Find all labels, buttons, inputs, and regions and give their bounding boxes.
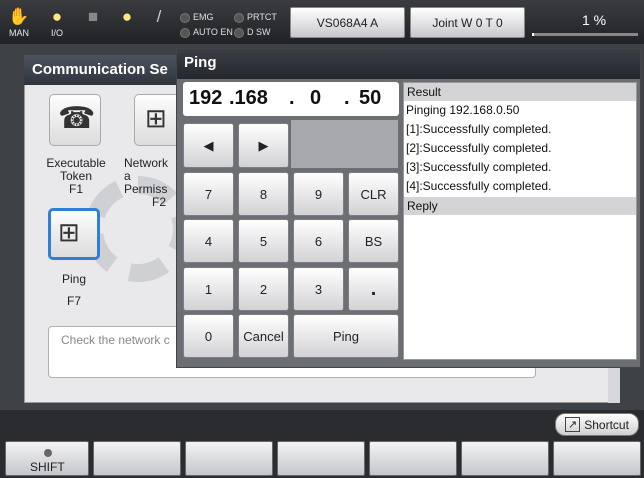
shortcut-label: Shortcut: [584, 417, 629, 432]
ping-label: Ping F7: [61, 272, 87, 308]
lamp-indicator: ●: [112, 6, 142, 42]
ping-button[interactable]: Ping: [293, 314, 399, 358]
executable-token-label: Executable Token F1: [46, 156, 106, 196]
io-label: I/O: [50, 28, 63, 38]
result-panel: Result Pinging 192.168.0.50 [1]:Successf…: [403, 82, 637, 360]
key-3-button[interactable]: 3: [293, 267, 344, 311]
result-line: [4]:Successfully completed.: [406, 179, 552, 193]
description-text: Check the network c: [61, 333, 170, 347]
function-key-f4[interactable]: [369, 441, 457, 476]
ip-separator: .: [289, 87, 295, 109]
function-key-f3[interactable]: [277, 441, 365, 476]
prtct-lamp: PRTCT: [234, 12, 277, 23]
man-label: MAN: [9, 28, 29, 38]
ping-dialog-title: Ping: [184, 54, 217, 71]
reply-header: Reply: [404, 197, 636, 215]
hand-icon: ✋: [8, 7, 30, 26]
bottom-strip: [0, 410, 644, 440]
shift-key[interactable]: SHIFT: [5, 441, 89, 476]
ip-address-input[interactable]: 192 .168 . 0 . 50: [183, 82, 399, 116]
shortcut-arrow-icon: ↗: [565, 417, 581, 432]
executable-token-tile[interactable]: ☎: [49, 94, 101, 146]
ping-tile[interactable]: ⊞: [48, 208, 100, 260]
phone-key-icon: ☎: [58, 102, 96, 135]
auto-en-lamp: AUTO EN: [180, 27, 233, 38]
io-indicator: ● I/O: [42, 6, 72, 42]
status-bar: ✋ MAN ● I/O ■ ● / EMG PRTCT AUTO EN D SW…: [0, 0, 644, 44]
function-key-f2[interactable]: [185, 441, 273, 476]
speed-percent: 1 %: [582, 12, 607, 28]
shift-label: SHIFT: [30, 460, 65, 474]
cursor-left-button[interactable]: ◀: [183, 123, 234, 168]
backspace-button[interactable]: BS: [348, 219, 399, 263]
function-key-f6[interactable]: [553, 441, 641, 476]
result-line: [3]:Successfully completed.: [406, 160, 552, 174]
ip-octet-1[interactable]: 192: [189, 87, 222, 110]
manual-mode-indicator: ✋ MAN: [4, 6, 34, 42]
robot-type-button[interactable]: VS068A4 A: [290, 7, 405, 38]
key-1-button[interactable]: 1: [183, 267, 234, 311]
arrow-left-icon: ◀: [203, 137, 214, 153]
window-title: Communication Se: [32, 61, 168, 78]
tool-indicator: /: [144, 6, 174, 42]
cursor-right-button[interactable]: ▶: [238, 123, 289, 168]
speed-bar: [532, 33, 638, 36]
ip-octet-4[interactable]: 50: [359, 87, 381, 110]
function-key-f1[interactable]: [93, 441, 181, 476]
emg-lamp: EMG: [180, 12, 214, 23]
key-8-button[interactable]: 8: [238, 172, 289, 216]
ip-octet-2[interactable]: .168: [229, 87, 268, 110]
speed-indicator[interactable]: 1 %: [530, 7, 640, 38]
lightbulb-icon: ●: [51, 7, 63, 26]
result-line: Pinging 192.168.0.50: [406, 103, 520, 117]
result-header: Result: [404, 83, 636, 101]
dot-button[interactable]: .: [348, 267, 399, 311]
function-key-f5[interactable]: [461, 441, 549, 476]
keypad-spacer: [291, 120, 398, 168]
shortcut-button[interactable]: ↗ Shortcut: [555, 413, 639, 436]
joint-mode-button[interactable]: Joint W 0 T 0: [410, 7, 525, 38]
key-5-button[interactable]: 5: [238, 219, 289, 263]
square-icon: ■: [87, 7, 99, 26]
cancel-button[interactable]: Cancel: [238, 314, 289, 358]
lightbulb-icon: ●: [121, 7, 133, 26]
key-9-button[interactable]: 9: [293, 172, 344, 216]
result-line: [2]:Successfully completed.: [406, 141, 552, 155]
ping-network-icon: ⊞: [58, 217, 80, 247]
stop-indicator: ■: [78, 6, 108, 42]
dsw-lamp: D SW: [234, 27, 271, 38]
key-2-button[interactable]: 2: [238, 267, 289, 311]
shift-indicator-icon: [44, 449, 52, 457]
key-7-button[interactable]: 7: [183, 172, 234, 216]
key-4-button[interactable]: 4: [183, 219, 234, 263]
ip-separator: .: [344, 87, 350, 109]
network-icon: ⊞: [145, 103, 167, 133]
arrow-right-icon: ▶: [258, 137, 269, 153]
clear-button[interactable]: CLR: [348, 172, 399, 216]
wrench-icon: /: [156, 7, 162, 26]
ping-dialog-header: Ping: [177, 49, 640, 79]
key-6-button[interactable]: 6: [293, 219, 344, 263]
ip-octet-3[interactable]: 0: [310, 87, 321, 110]
network-permission-label: Network a Permiss F2: [124, 157, 169, 209]
key-0-button[interactable]: 0: [183, 314, 234, 358]
result-line: [1]:Successfully completed.: [406, 122, 552, 136]
